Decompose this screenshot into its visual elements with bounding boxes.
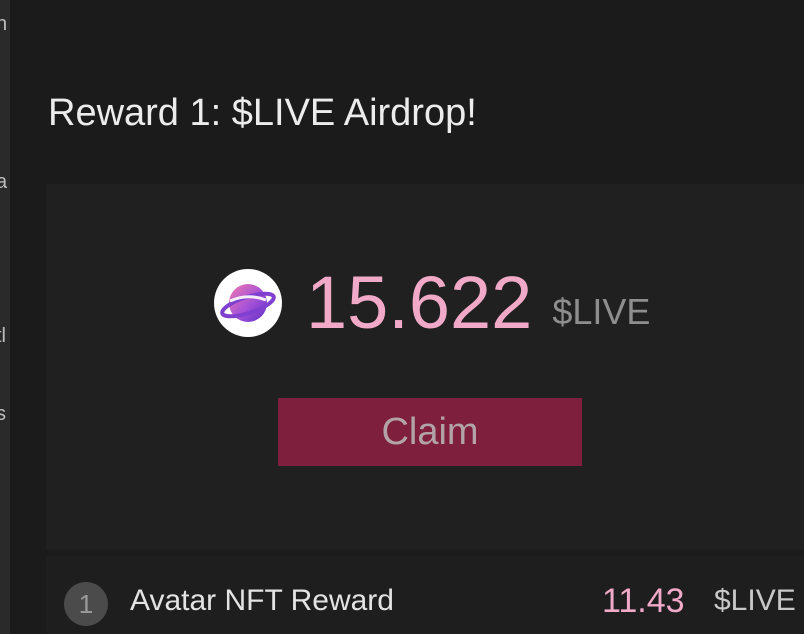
reward-index-badge: 1 xyxy=(64,582,108,626)
reward-amount-row: 15.622 $LIVE xyxy=(214,266,650,340)
background-panel-edge: n a tl s l xyxy=(0,0,10,634)
reward-row-unit: $LIVE xyxy=(714,584,796,617)
claim-button[interactable]: Claim xyxy=(278,398,582,466)
reward-list-row: 1 Avatar NFT Reward 11.43 $LIVE xyxy=(46,556,804,634)
reward-name: Avatar NFT Reward xyxy=(130,584,394,617)
reward-card: 15.622 $LIVE Claim xyxy=(46,184,804,550)
planet-logo-icon xyxy=(214,269,282,337)
edge-text: n xyxy=(0,13,8,35)
reward-row-amount: 11.43 xyxy=(602,582,685,620)
reward-unit: $LIVE xyxy=(552,291,651,332)
edge-text: tl xyxy=(0,325,6,347)
reward-title: Reward 1: $LIVE Airdrop! xyxy=(48,92,477,134)
reward-amount: 15.622 xyxy=(306,261,533,344)
edge-text: a xyxy=(0,171,8,193)
planet-logo-icon-graphic xyxy=(220,284,276,322)
edge-text: s xyxy=(0,403,6,425)
airdrop-page: n a tl s l Reward 1: $LIVE Airdrop! xyxy=(0,0,804,634)
